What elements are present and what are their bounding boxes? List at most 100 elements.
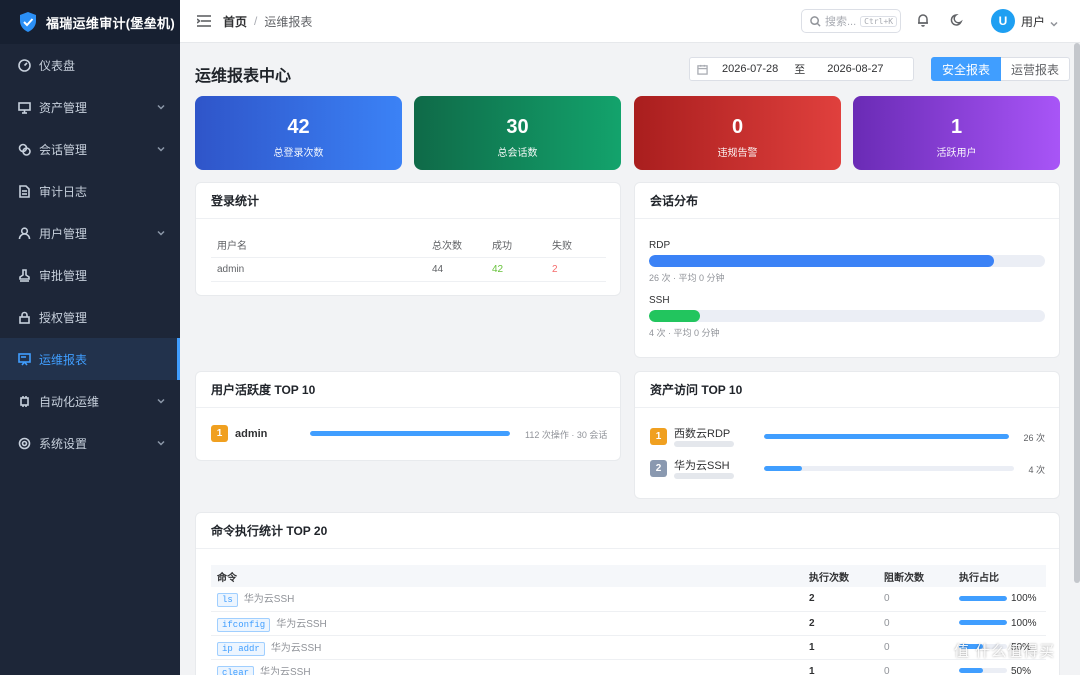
date-range-picker[interactable]: 2026-07-28 至 2026-08-27: [689, 57, 914, 81]
column-header: 执行占比: [953, 565, 1046, 587]
moon-icon[interactable]: [950, 13, 964, 27]
command-asset: 华为云SSH: [243, 594, 295, 606]
progress-fill: [310, 431, 510, 436]
command-asset: 华为云SSH: [260, 666, 311, 675]
column-header: 总次数: [426, 233, 486, 258]
column-header: 失败: [546, 233, 606, 258]
date-end[interactable]: 2026-08-27: [827, 63, 883, 75]
rank-badge: 1: [211, 425, 228, 442]
user-name[interactable]: 用户: [1021, 13, 1045, 30]
sidebar-item-label: 仪表盘: [39, 58, 76, 73]
progress-track: [959, 596, 1007, 602]
sidebar-item-label: 授权管理: [39, 310, 88, 325]
login-stats-table: 用户名 总次数 成功 失败 admin 44 42 2: [211, 233, 606, 282]
dashboard-icon: [18, 58, 31, 72]
cell-count: 2: [803, 611, 878, 636]
sidebar-item-label: 会话管理: [39, 142, 88, 157]
chip-icon: [18, 395, 31, 408]
sidebar-item-3[interactable]: 审计日志: [0, 170, 180, 212]
column-header: 执行次数: [803, 565, 878, 587]
bell-icon[interactable]: [916, 13, 930, 27]
breadcrumb: 首页 / 运维报表: [223, 13, 312, 30]
column-header: 阻断次数: [878, 565, 953, 587]
ratio-text: 50%: [1011, 665, 1032, 675]
stamp-icon: [18, 268, 31, 282]
chat-icon: [18, 143, 31, 156]
date-start[interactable]: 2026-07-28: [722, 63, 778, 75]
sidebar-item-7[interactable]: 运维报表: [0, 338, 180, 380]
stat-label: 违规告警: [717, 148, 758, 159]
search-box[interactable]: 搜索... Ctrl+K: [801, 9, 901, 33]
tab-security-report[interactable]: 安全报表: [931, 57, 1002, 81]
cell-ratio: 100%: [953, 587, 1046, 612]
card-title: 登录统计: [196, 183, 620, 219]
asset-name[interactable]: 西数云RDP: [674, 425, 730, 441]
command-asset: 华为云SSH: [276, 618, 327, 630]
chevron-down-icon: [156, 227, 166, 237]
progress-track: [959, 620, 1007, 626]
main-content: 运维报表中心 2026-07-28 至 2026-08-27 安全报表 运营报表…: [180, 43, 1080, 675]
command-tag[interactable]: clear: [217, 665, 255, 675]
command-tag[interactable]: ls: [217, 593, 238, 608]
table-row: ifconfig 华为云SSH 2 0 100%: [211, 611, 1046, 636]
progress-fill: [764, 466, 802, 471]
stat-value: 30: [506, 116, 529, 138]
stat-label: 活跃用户: [936, 148, 977, 159]
session-item-rdp: RDP 26 次 · 平均 0 分钟: [649, 240, 1045, 284]
stat-label: 总会话数: [497, 148, 538, 159]
breadcrumb-separator: /: [254, 14, 258, 28]
progress-track: [310, 431, 510, 436]
session-type-name: SSH: [649, 295, 670, 306]
progress-track: [649, 255, 1045, 267]
sidebar-item-6[interactable]: 授权管理: [0, 296, 180, 338]
lock-icon: [18, 311, 31, 324]
card-title: 用户活跃度 TOP 10: [196, 372, 620, 408]
stat-card-sessions: 30 总会话数: [414, 96, 621, 170]
date-separator: 至: [794, 64, 806, 76]
sidebar-item-label: 运维报表: [39, 352, 88, 367]
chevron-down-icon: [156, 143, 166, 153]
progress-fill: [649, 310, 701, 322]
card-title: 资产访问 TOP 10: [635, 372, 1059, 408]
cell-count: 1: [803, 635, 878, 660]
command-table: 命令 执行次数 阻断次数 执行占比 ls 华为云SSH 2 0 100% ifconfig…: [211, 565, 1046, 675]
brand[interactable]: 福瑞运维审计(堡垒机): [0, 0, 180, 44]
watermark: 值 什么值得买: [954, 643, 1056, 660]
user-activity-card: 用户活跃度 TOP 10 1 admin 112 次操作 · 30 会话: [195, 371, 621, 461]
asset-count: 4 次: [1028, 465, 1045, 475]
cell-blocked: 0: [878, 611, 953, 636]
sidebar-item-5[interactable]: 审批管理: [0, 254, 180, 296]
stat-label: 总登录次数: [273, 148, 324, 159]
cell-command: clear 华为云SSH: [211, 659, 803, 675]
command-tag[interactable]: ifconfig: [217, 617, 271, 632]
sidebar-item-4[interactable]: 用户管理: [0, 212, 180, 254]
sidebar-item-8[interactable]: 自动化运维: [0, 380, 180, 422]
activity-user-name: admin: [235, 428, 268, 440]
column-header: 用户名: [211, 233, 426, 258]
command-stats-card: 命令执行统计 TOP 20 命令 执行次数 阻断次数 执行占比 ls 华为云SSH…: [195, 512, 1060, 675]
sidebar-item-9[interactable]: 系统设置: [0, 422, 180, 464]
breadcrumb-home[interactable]: 首页: [223, 13, 247, 30]
shield-logo-icon: [20, 12, 36, 32]
stat-value: 0: [731, 116, 744, 138]
card-title: 命令执行统计 TOP 20: [196, 513, 1059, 549]
sidebar-item-0[interactable]: 仪表盘: [0, 44, 180, 86]
sidebar-item-label: 系统设置: [39, 436, 88, 451]
asset-name[interactable]: 华为云SSH: [674, 457, 730, 473]
cell-fail: 2: [546, 257, 606, 282]
sidebar-item-2[interactable]: 会话管理: [0, 128, 180, 170]
sidebar-item-1[interactable]: 资产管理: [0, 86, 180, 128]
menu-toggle-icon[interactable]: [196, 15, 211, 27]
session-item-ssh: SSH 4 次 · 平均 0 分钟: [649, 295, 1045, 339]
tab-operation-report[interactable]: 运营报表: [1001, 57, 1071, 81]
user-menu[interactable]: U 用户: [991, 9, 1058, 33]
progress-track: [764, 466, 1014, 471]
sidebar: 福瑞运维审计(堡垒机) 仪表盘资产管理会话管理审计日志 用户管理 审批管理授权管理运…: [0, 0, 180, 675]
asset-access-card: 资产访问 TOP 10 1 西数云RDP 26 次 2 华为云SSH 4 次: [634, 371, 1060, 499]
page-scrollbar[interactable]: [1074, 43, 1080, 583]
cell-user: admin: [211, 257, 426, 282]
asset-count: 26 次: [1023, 433, 1045, 443]
progress-fill: [959, 668, 983, 674]
avatar[interactable]: U: [991, 9, 1015, 33]
command-tag[interactable]: ip addr: [217, 641, 265, 656]
